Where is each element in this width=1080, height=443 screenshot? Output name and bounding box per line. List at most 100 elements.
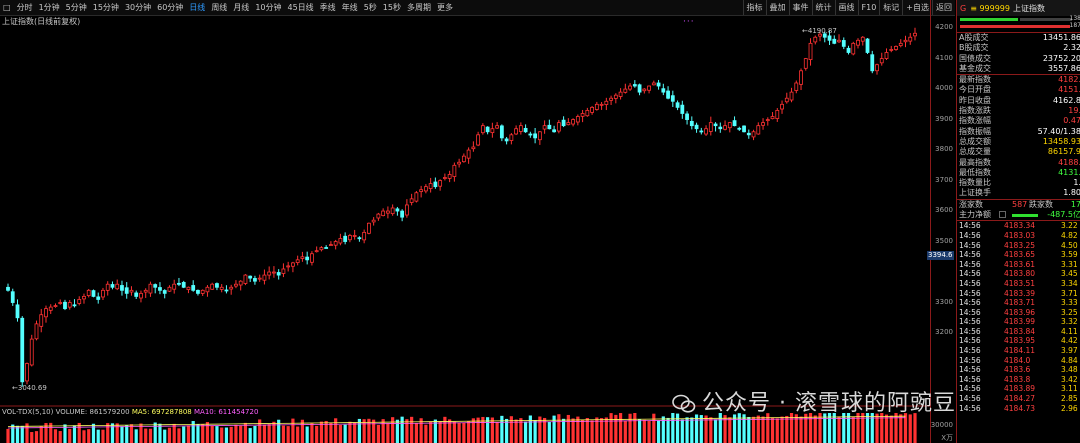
candle-body xyxy=(200,289,205,294)
candle-body xyxy=(186,286,191,290)
candlestick-chart[interactable]: ←4190.87 ←3040.69 xyxy=(0,22,930,443)
candle-body xyxy=(143,289,148,293)
tick-row: 14:56 4183.34 3.22 xyxy=(957,221,1080,231)
candle-body xyxy=(789,91,794,101)
candle-body xyxy=(367,222,371,234)
candle-body xyxy=(870,54,875,72)
volume-bar xyxy=(642,419,646,443)
period-tab[interactable]: 月线 xyxy=(230,0,252,15)
tool-button[interactable]: F10 xyxy=(857,0,880,15)
candle-body xyxy=(908,36,913,42)
price-annotation: ←3040.69 xyxy=(12,384,47,392)
candle-body xyxy=(181,282,186,288)
period-tab[interactable]: 1分钟 xyxy=(36,0,63,15)
candle-body xyxy=(856,39,860,46)
tick-time: 14:56 xyxy=(959,259,981,269)
volume-bar xyxy=(561,418,566,443)
breadth-bar-down: 187 xyxy=(957,22,1080,30)
tool-button[interactable]: 标记 xyxy=(879,0,902,15)
period-tab[interactable]: 45日线 xyxy=(285,0,317,15)
period-tab[interactable]: 季线 xyxy=(317,0,339,15)
volume-bar xyxy=(690,417,694,443)
volume-bar xyxy=(400,416,404,443)
stat-value: 4162.8 xyxy=(1053,95,1080,105)
period-tab[interactable]: 15分钟 xyxy=(90,0,122,15)
volume-bar xyxy=(376,424,380,443)
candle-body xyxy=(395,208,400,212)
stat-row: A股成交 13451.86 xyxy=(957,33,1080,43)
volume-bar xyxy=(248,428,252,443)
volume-bar xyxy=(599,418,604,443)
volume-indicator-label: VOL-TDX(5,10) VOLUME: 861579200 MA5: 697… xyxy=(2,408,258,416)
candle-body xyxy=(267,271,272,276)
tick-row: 14:56 4183.6 3.48 xyxy=(957,365,1080,375)
period-tab[interactable]: 30分钟 xyxy=(122,0,154,15)
period-tab[interactable]: 年线 xyxy=(339,0,361,15)
tick-list[interactable]: 14:56 4183.34 3.22 14:56 4183.03 4.82 14:56 418… xyxy=(957,220,1080,413)
tick-volume: 3.45 xyxy=(1061,269,1078,279)
candle-body xyxy=(385,210,390,214)
candle-body xyxy=(694,124,699,130)
volume-bar xyxy=(452,421,456,443)
candle-body xyxy=(794,82,799,91)
candle-body xyxy=(177,282,181,285)
tick-row: 14:56 4184.27 2.85 xyxy=(957,394,1080,404)
toolbar-menu-icon[interactable]: □ xyxy=(0,0,14,15)
turnover-stats: A股成交 13451.86 B股成交 2.32 国债成交 23752.20 基金成交 3557… xyxy=(957,32,1080,74)
breadth-bar-up: 138 xyxy=(957,15,1080,23)
volume-bar xyxy=(718,413,722,443)
tick-time: 14:56 xyxy=(959,326,981,336)
candle-body xyxy=(167,286,172,292)
candle-body xyxy=(699,130,704,133)
candle-body xyxy=(343,235,348,242)
volume-bar xyxy=(15,425,20,443)
candle-body xyxy=(837,39,841,43)
volume-bar xyxy=(851,416,855,443)
tick-volume: 3.25 xyxy=(1061,307,1078,317)
candle-body xyxy=(272,271,276,274)
tick-volume: 4.50 xyxy=(1061,240,1078,250)
period-tab[interactable]: 多周期 xyxy=(404,0,434,15)
tick-volume: 3.34 xyxy=(1061,278,1078,288)
candle-body xyxy=(780,103,784,110)
stat-label: 今日开盘 xyxy=(959,85,991,95)
tool-button[interactable]: 事件 xyxy=(788,0,812,15)
wechat-icon xyxy=(672,394,696,413)
period-tab[interactable]: 日线 xyxy=(186,0,208,15)
volume-bar xyxy=(637,419,642,443)
tool-button[interactable]: 画线 xyxy=(834,0,858,15)
period-tab[interactable]: 5秒 xyxy=(361,0,380,15)
volume-bar xyxy=(210,425,214,443)
tick-volume: 4.11 xyxy=(1061,326,1078,336)
volume-bar xyxy=(414,423,418,443)
volume-bar xyxy=(889,415,893,443)
tool-button[interactable]: 统计 xyxy=(811,0,835,15)
volume-bar xyxy=(856,413,860,443)
period-tab[interactable]: 周线 xyxy=(208,0,230,15)
dropdown-icon[interactable] xyxy=(999,211,1006,219)
period-tab[interactable]: 60分钟 xyxy=(154,0,186,15)
period-tab[interactable]: 分时 xyxy=(14,0,36,15)
group-marker[interactable]: G xyxy=(960,4,966,13)
volume-bar xyxy=(120,426,124,443)
candle-body xyxy=(533,133,538,139)
volume-bar xyxy=(334,418,338,443)
stat-label: 总成交量 xyxy=(959,147,991,157)
volume-bar xyxy=(680,419,684,443)
period-tab[interactable]: 5分钟 xyxy=(63,0,90,15)
volume-ma5: MA5: 697287808 xyxy=(131,408,192,416)
period-tab[interactable]: 更多 xyxy=(434,0,456,15)
tool-button[interactable]: +自选 xyxy=(902,0,932,15)
candle-body xyxy=(262,274,267,281)
volume-bar xyxy=(837,416,841,443)
volume-bar xyxy=(723,415,727,443)
volume-bar xyxy=(53,429,58,443)
period-tab[interactable]: 10分钟 xyxy=(252,0,284,15)
volume-bar xyxy=(163,429,167,443)
period-tab[interactable]: 15秒 xyxy=(380,0,404,15)
candle-body xyxy=(400,210,405,218)
candle-body xyxy=(58,302,63,304)
tool-button[interactable]: 叠加 xyxy=(765,0,789,15)
candle-body xyxy=(281,268,286,274)
tool-button[interactable]: 指标 xyxy=(742,0,766,15)
